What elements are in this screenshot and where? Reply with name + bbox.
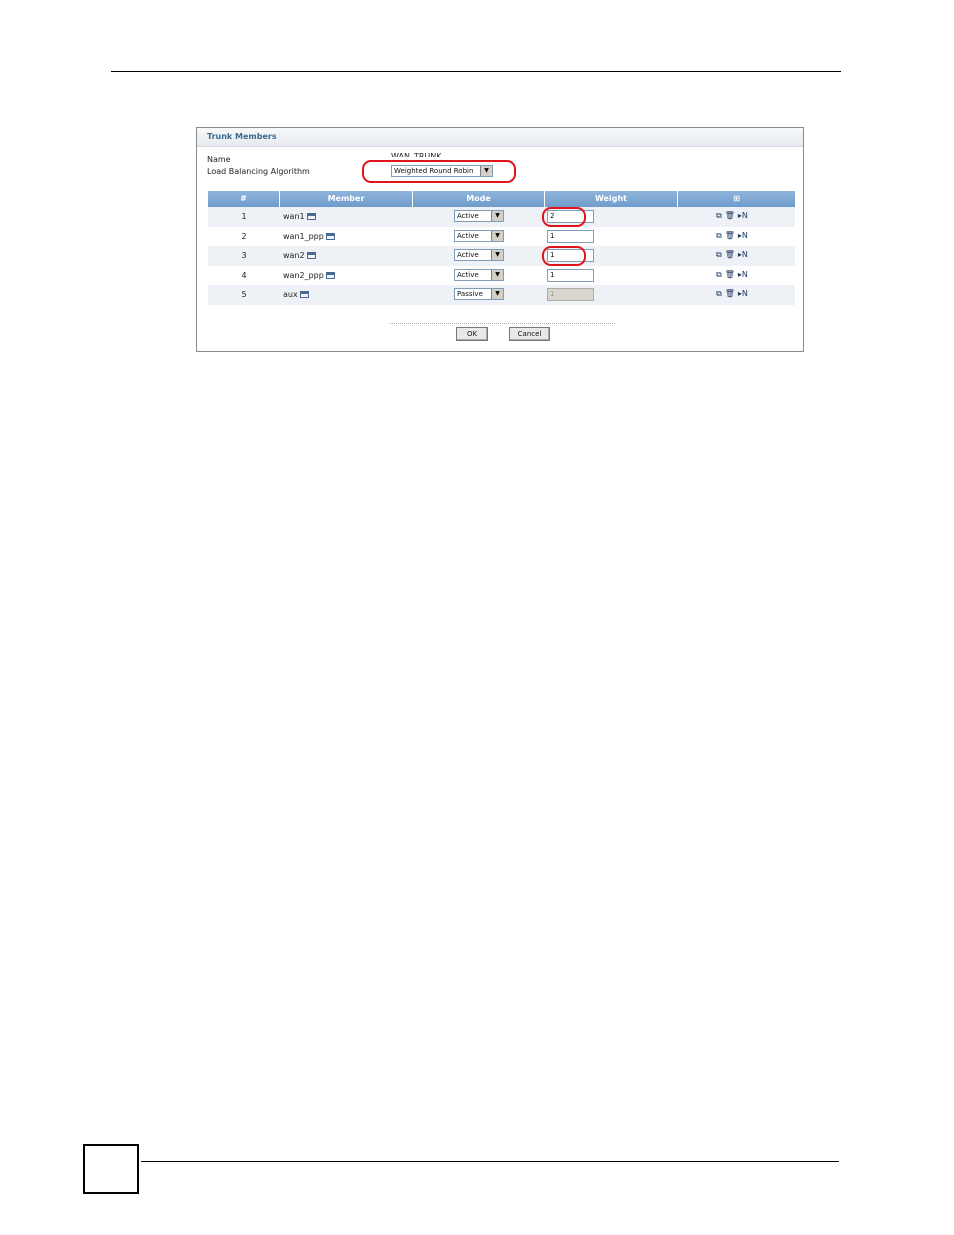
member-name: aux: [283, 290, 298, 299]
cancel-button[interactable]: Cancel: [509, 327, 550, 341]
member-cell: wan2: [283, 251, 316, 260]
bottom-rule: [141, 1161, 839, 1162]
table-row: 3 wan2 Active ▼ 1 ⧉ 🗑 ▸N: [208, 246, 795, 266]
table-row: 1 wan1 Active ▼ 2 ⧉ 🗑 ▸N: [208, 207, 795, 227]
mode-value: Active: [457, 212, 479, 220]
edit-icon[interactable]: ⧉: [716, 250, 722, 260]
weight-input[interactable]: 1: [547, 229, 594, 243]
panel-title: Trunk Members: [197, 128, 803, 147]
header-member: Member: [280, 191, 413, 207]
trash-icon[interactable]: 🗑: [725, 211, 735, 221]
member-name: wan2: [283, 251, 305, 260]
header-mode: Mode: [413, 191, 545, 207]
table-row: 5 aux Passive ▼ 1 ⧉ 🗑 ▸N: [208, 285, 795, 305]
button-divider: [390, 323, 615, 324]
row-actions: ⧉ 🗑 ▸N: [716, 270, 756, 280]
trash-icon[interactable]: 🗑: [725, 250, 735, 260]
weight-callout-wan2: [542, 246, 586, 266]
object-reference-icon[interactable]: [325, 232, 335, 240]
object-reference-icon[interactable]: [306, 213, 316, 220]
mode-value: Active: [457, 251, 479, 259]
table-row: 2 wan1_ppp Active ▼ 1 ⧉ 🗑 ▸N: [208, 227, 795, 247]
row-actions: ⧉ 🗑 ▸N: [716, 231, 756, 241]
move-icon[interactable]: ▸N: [738, 270, 748, 280]
header-actions: ⊞: [678, 191, 795, 207]
row-number: 3: [241, 251, 247, 260]
row-actions: ⧉ 🗑 ▸N: [716, 211, 756, 221]
mode-select[interactable]: Active ▼: [454, 249, 504, 261]
table-header: # Member Mode Weight ⊞: [208, 191, 795, 207]
algorithm-label: Load Balancing Algorithm: [207, 167, 310, 176]
header-num: #: [208, 191, 280, 207]
trash-icon[interactable]: 🗑: [725, 231, 735, 241]
member-name: wan1_ppp: [283, 231, 324, 241]
edit-icon[interactable]: ⧉: [716, 270, 722, 280]
object-reference-icon[interactable]: [306, 252, 316, 259]
row-number: 4: [241, 270, 247, 280]
chevron-down-icon[interactable]: ▼: [491, 250, 503, 260]
object-reference-icon[interactable]: [299, 291, 309, 298]
edit-icon[interactable]: ⧉: [716, 289, 722, 299]
member-cell: wan1: [283, 212, 316, 221]
member-name: wan1: [283, 212, 305, 221]
move-icon[interactable]: ▸N: [738, 211, 748, 221]
member-cell: wan1_ppp: [283, 232, 335, 241]
top-rule: [111, 71, 841, 72]
mode-select[interactable]: Active ▼: [454, 268, 504, 281]
mode-select[interactable]: Passive ▼: [454, 288, 504, 300]
chevron-down-icon[interactable]: ▼: [491, 289, 503, 299]
header-weight: Weight: [545, 191, 678, 207]
mode-value: Passive: [457, 290, 483, 298]
move-icon[interactable]: ▸N: [738, 289, 748, 299]
row-number: 2: [241, 231, 247, 241]
mode-value: Active: [457, 270, 479, 279]
members-table: # Member Mode Weight ⊞ 1 wan1 Active ▼ 2 …: [208, 191, 795, 305]
chevron-down-icon[interactable]: ▼: [491, 211, 503, 221]
add-entry-icon[interactable]: ⊞: [733, 194, 740, 203]
row-actions: ⧉ 🗑 ▸N: [716, 250, 756, 260]
algorithm-callout: [362, 160, 516, 183]
row-number: 1: [241, 212, 247, 221]
weight-callout-wan1: [542, 207, 586, 227]
move-icon[interactable]: ▸N: [738, 231, 748, 241]
edit-icon[interactable]: ⧉: [716, 211, 722, 221]
weight-input-disabled: 1: [547, 288, 594, 301]
weight-input[interactable]: 1: [547, 268, 594, 282]
chevron-down-icon[interactable]: ▼: [491, 269, 503, 280]
trash-icon[interactable]: 🗑: [725, 270, 735, 280]
member-cell: aux: [283, 290, 309, 299]
move-icon[interactable]: ▸N: [738, 250, 748, 260]
mode-value: Active: [457, 231, 479, 240]
name-value: WAN_TRUNK: [391, 152, 442, 157]
trunk-members-panel: Trunk Members Name WAN_TRUNK Load Balanc…: [196, 127, 804, 352]
row-number: 5: [241, 290, 247, 299]
mode-select[interactable]: Active ▼: [454, 229, 504, 242]
member-cell: wan2_ppp: [283, 271, 335, 280]
table-row: 4 wan2_ppp Active ▼ 1 ⧉ 🗑 ▸N: [208, 266, 795, 286]
ok-button[interactable]: OK: [456, 327, 488, 341]
object-reference-icon[interactable]: [325, 271, 335, 279]
edit-icon[interactable]: ⧉: [716, 231, 722, 241]
chevron-down-icon[interactable]: ▼: [491, 230, 503, 241]
member-name: wan2_ppp: [283, 270, 324, 280]
name-label: Name: [207, 155, 231, 164]
page-number-box: [83, 1144, 139, 1194]
trash-icon[interactable]: 🗑: [725, 289, 735, 299]
row-actions: ⧉ 🗑 ▸N: [716, 289, 756, 299]
mode-select[interactable]: Active ▼: [454, 210, 504, 222]
